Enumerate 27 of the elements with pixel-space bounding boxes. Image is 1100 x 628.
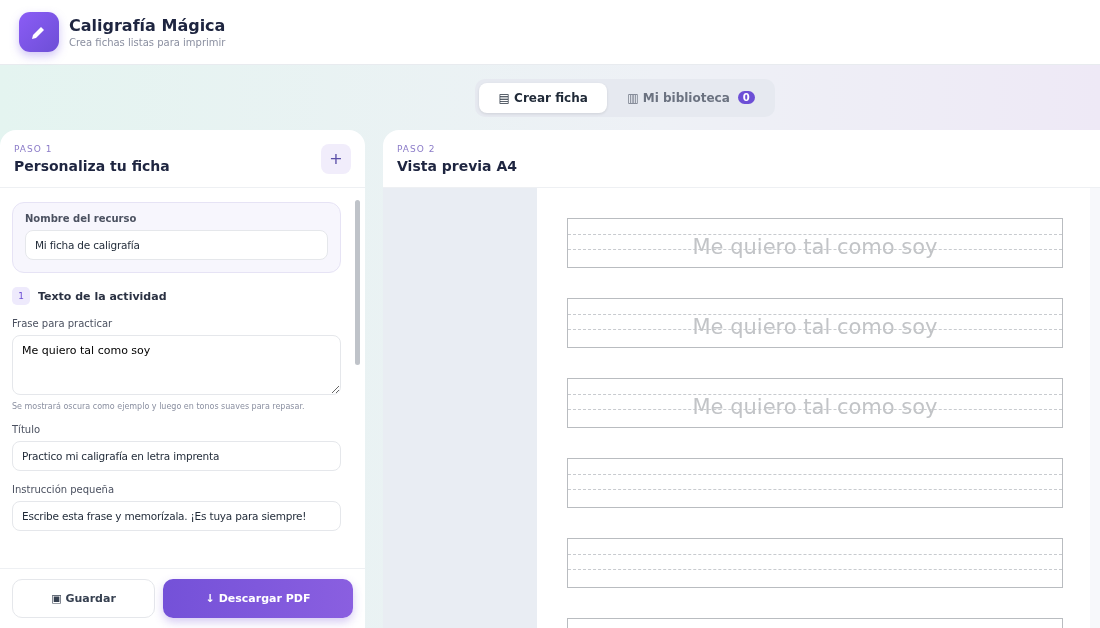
step-label: PASO 1 — [14, 143, 54, 154]
count-badge: 0 — [737, 91, 755, 104]
pencil-icon — [19, 12, 59, 52]
panel-title: Vista previa A4 — [397, 157, 517, 174]
step-label: PASO 2 — [397, 143, 437, 154]
hint-text: Se mostrará oscura como ejemplo y luego en tonos suaves para repasar. — [12, 402, 306, 411]
trace-text: Me quiero tal como soy — [692, 315, 938, 339]
text-area[interactable]: Me quiero tal como soy — [12, 335, 341, 395]
app-subtitle: Crea fichas listas para imprimir — [69, 37, 226, 48]
download-button[interactable]: ↓ Descargar PDF — [163, 579, 353, 618]
tab[interactable]: ▤ Crear ficha — [479, 82, 608, 113]
field-label: Instrucción pequeña — [12, 484, 116, 495]
input-field[interactable]: Practico mi caligrafía en letra imprenta — [12, 441, 341, 471]
input-field[interactable]: Mi ficha de caligrafía — [25, 230, 328, 260]
app-title: Caligrafía Mágica — [69, 16, 226, 35]
section-number: 1 — [12, 287, 30, 305]
tab[interactable]: ▥ Mi biblioteca 0 — [611, 82, 771, 113]
trace-text: Me quiero tal como soy — [692, 395, 938, 419]
add-button[interactable]: + — [321, 143, 351, 174]
field-label: Frase para practicar — [12, 318, 114, 329]
field-label: Nombre del recurso — [25, 213, 138, 224]
section-title: Texto de la actividad — [38, 289, 167, 303]
panel-title: Personaliza tu ficha — [14, 157, 170, 174]
save-button[interactable]: ▣ Guardar — [12, 579, 155, 618]
input-field[interactable]: Escribe esta frase y memorízala. ¡Es tuya para siempre! — [12, 501, 341, 531]
trace-text: Me quiero tal como soy — [692, 235, 938, 259]
field-label: Título — [12, 424, 42, 435]
